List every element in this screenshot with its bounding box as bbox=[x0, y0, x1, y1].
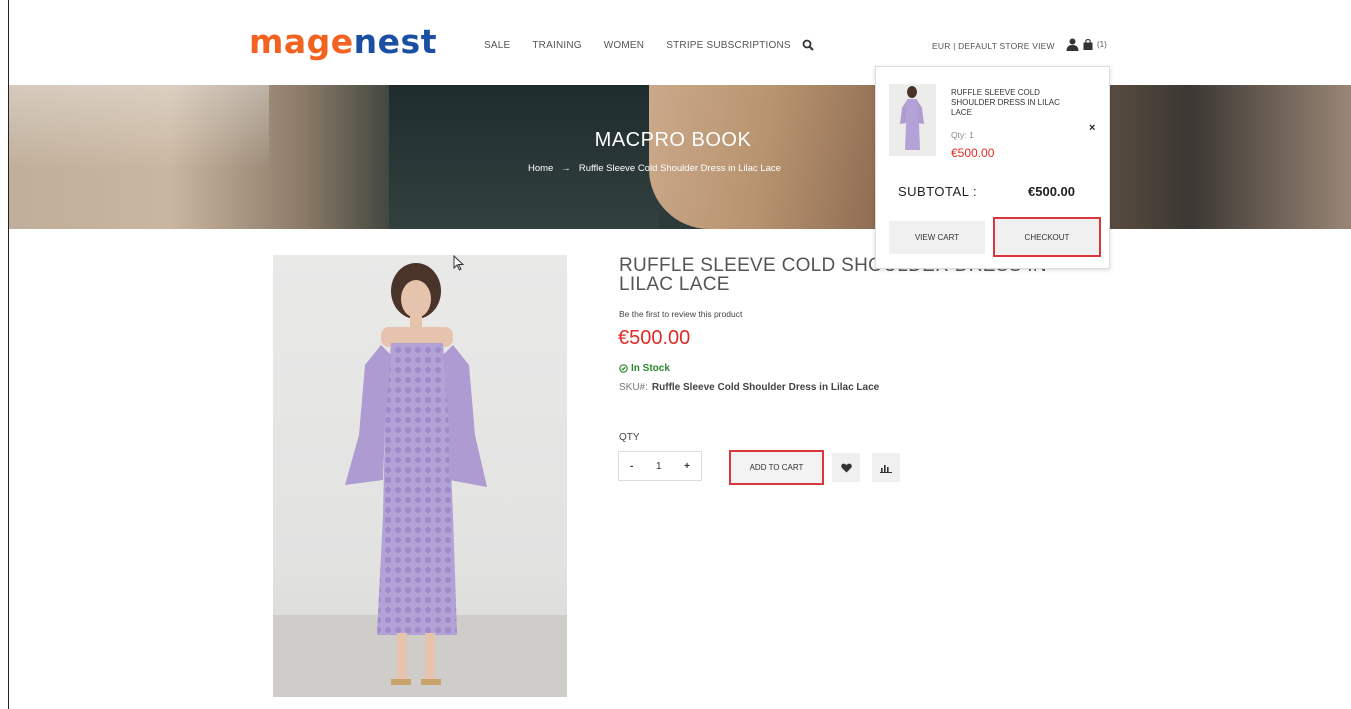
dress-model-illustration bbox=[273, 263, 567, 697]
logo-text-part1: mage bbox=[249, 22, 354, 61]
minicart-item-qty: Qty: 1 bbox=[951, 130, 974, 140]
sku-line: SKU#: Ruffle Sleeve Cold Shoulder Dress i… bbox=[619, 382, 879, 393]
account-icon[interactable] bbox=[1066, 38, 1079, 51]
check-circle-icon bbox=[619, 364, 628, 373]
sku-value: Ruffle Sleeve Cold Shoulder Dress in Lil… bbox=[651, 382, 880, 393]
search-icon[interactable] bbox=[802, 39, 814, 51]
product-image[interactable] bbox=[273, 255, 567, 697]
breadcrumb-home[interactable]: Home bbox=[528, 163, 553, 174]
cart-bag-icon[interactable] bbox=[1083, 39, 1093, 50]
remove-item-close-icon[interactable]: × bbox=[1089, 122, 1095, 134]
qty-label: QTY bbox=[619, 432, 640, 443]
stock-status: In Stock bbox=[619, 363, 670, 374]
banner-pants-image bbox=[649, 85, 879, 229]
banner-shirt-image bbox=[389, 85, 659, 229]
breadcrumb-current: Ruffle Sleeve Cold Shoulder Dress in Lil… bbox=[578, 163, 781, 174]
minicart-item-name[interactable]: RUFFLE SLEEVE COLD SHOULDER DRESS IN LIL… bbox=[951, 88, 1081, 118]
nav-training[interactable]: TRAINING bbox=[532, 40, 581, 51]
review-link[interactable]: Be the first to review this product bbox=[619, 309, 742, 319]
view-cart-button[interactable]: VIEW CART bbox=[889, 221, 985, 254]
stock-text: In Stock bbox=[631, 363, 670, 374]
currency-store-switcher[interactable]: EUR | DEFAULT STORE VIEW bbox=[932, 41, 1055, 51]
subtotal-label: SUBTOTAL : bbox=[898, 184, 978, 199]
main-nav: SALE TRAINING WOMEN STRIPE SUBSCRIPTIONS bbox=[484, 39, 814, 51]
dress-thumbnail-illustration bbox=[900, 86, 924, 150]
header-icons: (1) bbox=[1066, 38, 1107, 51]
product-price: €500.00 bbox=[618, 327, 691, 349]
checkout-button[interactable]: CHECKOUT bbox=[993, 217, 1101, 257]
banner-title: MACPRO BOOK bbox=[594, 129, 752, 151]
heart-icon bbox=[840, 463, 852, 472]
logo-text-part2: nest bbox=[353, 22, 437, 61]
minicart-dropdown: RUFFLE SLEEVE COLD SHOULDER DRESS IN LIL… bbox=[875, 66, 1110, 269]
breadcrumb: Home → Ruffle Sleeve Cold Shoulder Dress… bbox=[528, 163, 781, 174]
mouse-cursor-icon bbox=[453, 255, 465, 271]
subtotal-value: €500.00 bbox=[1028, 184, 1075, 199]
compare-button[interactable] bbox=[872, 453, 900, 482]
nav-sale[interactable]: SALE bbox=[484, 40, 510, 51]
wishlist-button[interactable] bbox=[832, 453, 860, 482]
minicart-item-thumbnail[interactable] bbox=[889, 84, 936, 156]
nav-women[interactable]: WOMEN bbox=[604, 40, 644, 51]
cart-count[interactable]: (1) bbox=[1097, 40, 1107, 49]
bar-chart-icon bbox=[880, 464, 892, 473]
minicart-item-price: €500.00 bbox=[951, 146, 995, 160]
add-to-cart-button[interactable]: ADD TO CART bbox=[729, 450, 824, 485]
qty-input[interactable]: 1 bbox=[656, 461, 662, 472]
banner-light bbox=[9, 85, 269, 229]
category-banner: MACPRO BOOK Home → Ruffle Sleeve Cold Sh… bbox=[9, 85, 1351, 229]
nav-stripe-subscriptions[interactable]: STRIPE SUBSCRIPTIONS bbox=[666, 40, 791, 51]
sku-label: SKU#: bbox=[619, 382, 648, 393]
qty-decrease-button[interactable]: - bbox=[630, 461, 633, 472]
qty-increase-button[interactable]: + bbox=[684, 461, 690, 472]
breadcrumb-arrow-icon: → bbox=[561, 163, 571, 174]
site-logo[interactable]: magenest bbox=[249, 22, 437, 61]
quantity-stepper: - 1 + bbox=[618, 451, 702, 481]
